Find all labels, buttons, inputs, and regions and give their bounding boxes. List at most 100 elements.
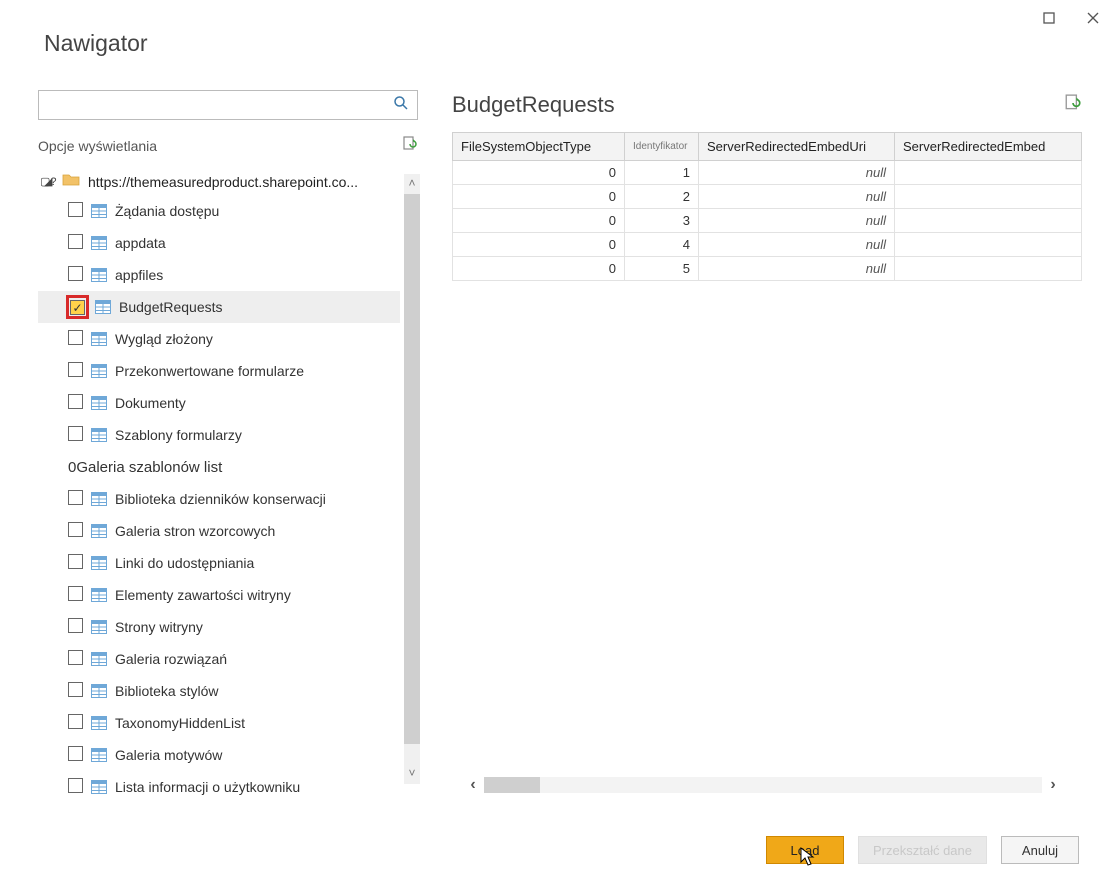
tree-item-label: Biblioteka stylów [115,683,219,699]
checkbox[interactable] [68,650,83,665]
tree-item[interactable]: Linki do udostępniania [38,547,400,579]
tree-item[interactable]: appdata [38,227,400,259]
navigator-left-panel: Opcje wyświetlania ▢? ◢ https://themeasu… [38,90,418,798]
scroll-down-arrow-icon[interactable]: ˅ [404,766,420,782]
table-cell [895,257,1082,281]
tree-item-label: Galeria rozwiązań [115,651,227,667]
tree-item[interactable]: Biblioteka stylów [38,675,400,707]
col-header[interactable]: ServerRedirectedEmbedUri [699,133,895,161]
table-icon [91,780,107,794]
table-cell: 0 [453,257,625,281]
checkbox[interactable] [68,554,83,569]
table-row[interactable]: 01null [453,161,1082,185]
search-input[interactable] [47,97,389,114]
search-icon[interactable] [389,95,413,116]
tree-item[interactable]: Szablony formularzy [38,419,400,451]
tree-item[interactable]: Dokumenty [38,387,400,419]
table-cell: null [699,209,895,233]
preview-table: FileSystemObjectType Identyfikator Serve… [452,132,1082,281]
tree-item[interactable]: Żądania dostępu [38,195,400,227]
checkbox[interactable] [68,362,83,377]
tree-item[interactable]: Biblioteka dzienników konserwacji [38,483,400,515]
cancel-button[interactable]: Anuluj [1001,836,1079,864]
tree-item-label: Linki do udostępniania [115,555,254,571]
tree-item[interactable]: Wygląd złożony [38,323,400,355]
checkbox[interactable] [68,234,83,249]
dialog-footer: Load Przekształć dane Anuluj [766,836,1079,864]
table-icon [91,620,107,634]
tree-item[interactable]: Galeria motywów [38,739,400,771]
preview-horizontal-scrollbar[interactable]: ‹ › [462,774,1064,796]
table-row[interactable]: 03null [453,209,1082,233]
col-header[interactable]: Identyfikator [625,133,699,161]
table-cell: 4 [625,233,699,257]
tree-item-label: Lista informacji o użytkowniku [115,779,300,795]
checkbox[interactable] [68,266,83,281]
table-icon [91,716,107,730]
refresh-options-icon[interactable] [402,136,418,156]
tree-root-folder[interactable]: ▢? ◢ https://themeasuredproduct.sharepoi… [38,168,400,195]
checkbox[interactable] [68,778,83,793]
maximize-button[interactable] [1031,4,1067,32]
tree-item[interactable]: Strony witryny [38,611,400,643]
tree-root-label: https://themeasuredproduct.sharepoint.co… [88,174,358,190]
tree-item[interactable]: Galeria rozwiązań [38,643,400,675]
tree-item[interactable]: Lista informacji o użytkowniku [38,771,400,803]
tree-item[interactable]: Przekonwertowane formularze [38,355,400,387]
tree-item-label: Galeria stron wzorcowych [115,523,275,539]
scroll-right-arrow-icon[interactable]: › [1042,776,1064,794]
table-icon [91,332,107,346]
tree-item[interactable]: appfiles [38,259,400,291]
table-icon [91,364,107,378]
preview-refresh-icon[interactable] [1064,94,1082,117]
scroll-thumb[interactable] [404,194,420,744]
table-cell: null [699,161,895,185]
table-icon [91,588,107,602]
table-cell: null [699,233,895,257]
table-row[interactable]: 05null [453,257,1082,281]
checkbox[interactable] [68,586,83,601]
checkbox[interactable] [68,618,83,633]
display-options-label[interactable]: Opcje wyświetlania [38,138,157,154]
window-controls [1031,4,1111,32]
checkbox[interactable] [68,682,83,697]
checkbox[interactable] [68,426,83,441]
tree-subheader[interactable]: 0Galeria szablonów list [38,451,400,483]
table-row[interactable]: 04null [453,233,1082,257]
table-cell: null [699,257,895,281]
search-box[interactable] [38,90,418,120]
transform-button-label: Przekształć dane [873,843,972,858]
tree-item[interactable]: Elementy zawartości witryny [38,579,400,611]
table-icon [91,236,107,250]
col-header[interactable]: FileSystemObjectType [453,133,625,161]
hscroll-track[interactable] [484,777,1042,793]
col-header[interactable]: ServerRedirectedEmbed [895,133,1082,161]
table-cell: 2 [625,185,699,209]
tree-item-label: TaxonomyHiddenList [115,715,245,731]
tree-item[interactable]: TaxonomyHiddenList [38,707,400,739]
checkbox[interactable] [68,714,83,729]
hscroll-thumb[interactable] [484,777,540,793]
checkbox[interactable] [68,490,83,505]
dialog-title: Nawigator [44,30,148,57]
load-button[interactable]: Load [766,836,844,864]
scroll-left-arrow-icon[interactable]: ‹ [462,776,484,794]
checkbox[interactable] [68,202,83,217]
tree-item-label: Elementy zawartości witryny [115,587,291,603]
table-cell [895,209,1082,233]
tree-item[interactable]: Galeria stron wzorcowych [38,515,400,547]
tree-item[interactable]: ✓BudgetRequests [38,291,400,323]
checkbox[interactable] [68,394,83,409]
scroll-up-arrow-icon[interactable]: ˄ [404,176,420,192]
checkbox[interactable] [68,746,83,761]
table-icon [91,524,107,538]
table-row[interactable]: 02null [453,185,1082,209]
checkbox[interactable] [68,522,83,537]
table-icon [91,204,107,218]
checkbox[interactable] [68,330,83,345]
checkbox[interactable]: ✓ [70,300,85,315]
caret-expanded-icon[interactable]: ◢ [44,175,54,188]
tree-vertical-scrollbar[interactable]: ˄ ˅ [404,174,422,784]
close-button[interactable] [1075,4,1111,32]
table-cell: 3 [625,209,699,233]
